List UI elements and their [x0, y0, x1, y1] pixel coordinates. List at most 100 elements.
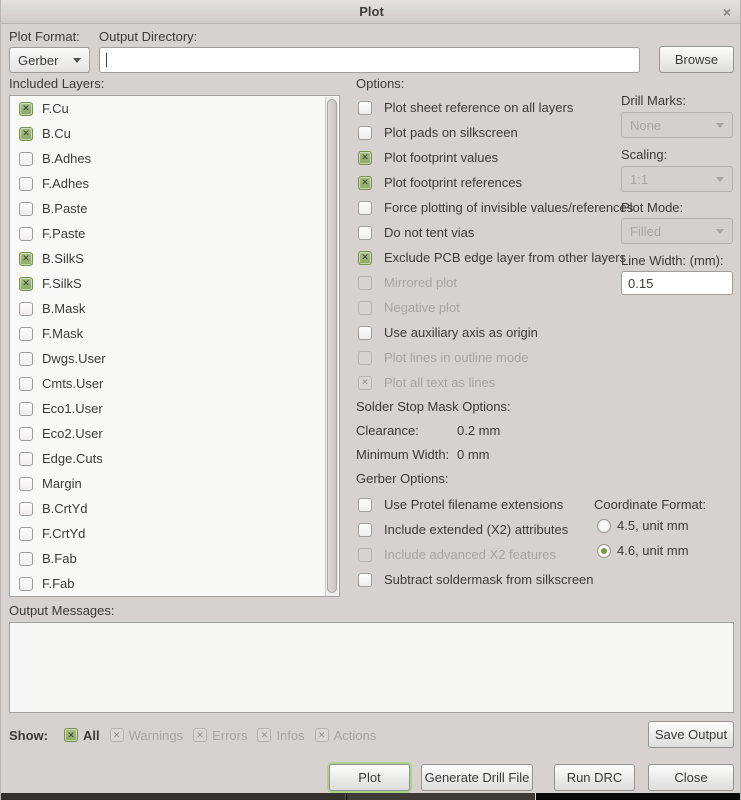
layer-checkbox[interactable] [19, 127, 33, 141]
gerber-option-row[interactable]: Use Protel filename extensions [356, 492, 596, 517]
included-layers-list[interactable]: F.Cu B.Cu B.Adhes F.Adhes B.Paste [9, 95, 340, 597]
show-filter-label: Infos [276, 728, 304, 743]
layer-label: F.Paste [42, 226, 85, 241]
options-list: Plot sheet reference on all layers Plot … [356, 95, 621, 395]
layer-checkbox[interactable] [19, 377, 33, 391]
show-filter-option[interactable]: All [64, 728, 100, 743]
option-row: Mirrored plot [356, 270, 621, 295]
layer-label: F.Cu [42, 101, 69, 116]
layer-checkbox[interactable] [19, 227, 33, 241]
option-row[interactable]: Force plotting of invisible values/refer… [356, 195, 621, 220]
radio-icon[interactable] [597, 519, 611, 533]
radio-icon[interactable] [597, 544, 611, 558]
show-filter-checkbox[interactable] [64, 728, 78, 742]
layer-checkbox[interactable] [19, 427, 33, 441]
layer-checkbox[interactable] [19, 577, 33, 591]
option-row[interactable]: Plot footprint values [356, 145, 621, 170]
layer-checkbox[interactable] [19, 177, 33, 191]
option-label: Use auxiliary axis as origin [384, 325, 538, 340]
layer-row[interactable]: Edge.Cuts [10, 446, 339, 471]
option-row[interactable]: Plot sheet reference on all layers [356, 95, 621, 120]
layer-row[interactable]: F.CrtYd [10, 521, 339, 546]
coordinate-format-option[interactable]: 4.6, unit mm [597, 538, 689, 563]
option-checkbox[interactable] [358, 201, 372, 215]
layer-row[interactable]: Cmts.User [10, 371, 339, 396]
gerber-checkbox[interactable] [358, 573, 372, 587]
generate-drill-file-button[interactable]: Generate Drill File [421, 764, 533, 791]
layer-row[interactable]: Eco2.User [10, 421, 339, 446]
layer-checkbox[interactable] [19, 477, 33, 491]
option-row[interactable]: Use auxiliary axis as origin [356, 320, 621, 345]
layer-row[interactable]: B.Mask [10, 296, 339, 321]
layer-row[interactable]: B.Fab [10, 546, 339, 571]
option-label: Do not tent vias [384, 225, 474, 240]
layer-row[interactable]: F.Fab [10, 571, 339, 596]
layer-checkbox[interactable] [19, 302, 33, 316]
layer-checkbox[interactable] [19, 552, 33, 566]
layer-checkbox[interactable] [19, 102, 33, 116]
gerber-checkbox[interactable] [358, 523, 372, 537]
output-directory-input[interactable] [99, 47, 640, 73]
layer-checkbox[interactable] [19, 402, 33, 416]
scaling-select: 1:1 [621, 166, 733, 192]
run-drc-button[interactable]: Run DRC [554, 764, 635, 791]
gerber-option-row[interactable]: Include extended (X2) attributes [356, 517, 596, 542]
layer-label: F.CrtYd [42, 526, 85, 541]
plot-format-select[interactable]: Gerber [9, 47, 90, 73]
close-button[interactable]: Close [648, 764, 734, 791]
option-checkbox [358, 351, 372, 365]
layer-checkbox[interactable] [19, 202, 33, 216]
coordinate-format-option[interactable]: 4.5, unit mm [597, 513, 689, 538]
browse-button[interactable]: Browse [659, 46, 734, 73]
option-row[interactable]: Do not tent vias [356, 220, 621, 245]
save-output-button[interactable]: Save Output [648, 721, 734, 748]
gerber-option-row[interactable]: Subtract soldermask from silkscreen [356, 567, 596, 592]
layer-checkbox[interactable] [19, 152, 33, 166]
layer-label: F.Adhes [42, 176, 89, 191]
layer-row[interactable]: F.Cu [10, 96, 339, 121]
layer-checkbox[interactable] [19, 252, 33, 266]
option-row[interactable]: Plot pads on silkscreen [356, 120, 621, 145]
layer-checkbox[interactable] [19, 277, 33, 291]
layer-checkbox[interactable] [19, 502, 33, 516]
layer-checkbox[interactable] [19, 527, 33, 541]
option-checkbox[interactable] [358, 226, 372, 240]
layer-row[interactable]: B.Paste [10, 196, 339, 221]
show-filter-option: Actions [315, 728, 377, 743]
layer-row[interactable]: B.Cu [10, 121, 339, 146]
option-checkbox[interactable] [358, 251, 372, 265]
layer-row[interactable]: Eco1.User [10, 396, 339, 421]
gerber-checkbox[interactable] [358, 498, 372, 512]
plot-button[interactable]: Plot [329, 764, 410, 791]
layer-checkbox[interactable] [19, 352, 33, 366]
layer-label: Eco2.User [42, 426, 103, 441]
option-row[interactable]: Plot footprint references [356, 170, 621, 195]
titlebar[interactable]: Plot × [1, 0, 741, 24]
show-filter-option: Infos [257, 728, 304, 743]
close-icon[interactable]: × [723, 0, 731, 24]
option-row[interactable]: Exclude PCB edge layer from other layers [356, 245, 621, 270]
option-checkbox[interactable] [358, 326, 372, 340]
option-checkbox[interactable] [358, 176, 372, 190]
layer-row[interactable]: F.Mask [10, 321, 339, 346]
layer-row[interactable]: B.SilkS [10, 246, 339, 271]
scrollbar-thumb[interactable] [327, 99, 337, 593]
drill-marks-value: None [630, 118, 661, 133]
line-width-input[interactable] [621, 271, 733, 295]
layer-row[interactable]: F.SilkS [10, 271, 339, 296]
layer-row[interactable]: Margin [10, 471, 339, 496]
layers-scrollbar[interactable] [325, 97, 338, 596]
taskbar-strip [1, 793, 741, 800]
option-label: Mirrored plot [384, 275, 457, 290]
option-checkbox[interactable] [358, 151, 372, 165]
layer-checkbox[interactable] [19, 452, 33, 466]
layer-row[interactable]: Dwgs.User [10, 346, 339, 371]
option-checkbox[interactable] [358, 101, 372, 115]
layer-row[interactable]: F.Adhes [10, 171, 339, 196]
layer-row[interactable]: B.CrtYd [10, 496, 339, 521]
layer-row[interactable]: B.Adhes [10, 146, 339, 171]
layer-row[interactable]: F.Paste [10, 221, 339, 246]
layer-checkbox[interactable] [19, 327, 33, 341]
coordinate-format-option-label: 4.5, unit mm [617, 518, 689, 533]
option-checkbox[interactable] [358, 126, 372, 140]
